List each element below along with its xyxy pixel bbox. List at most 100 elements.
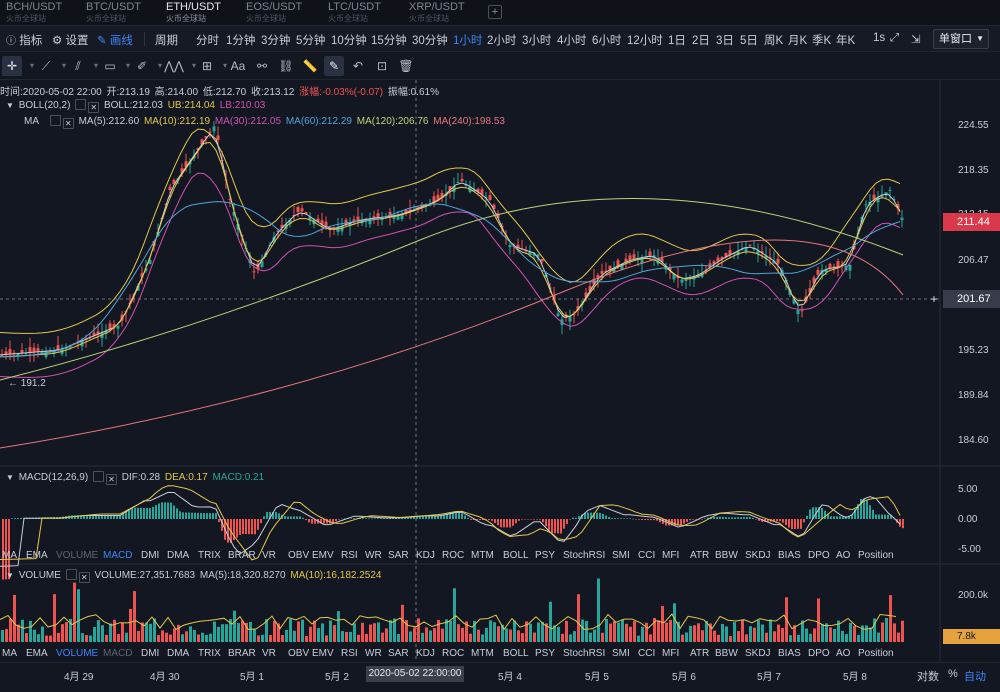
indicator-tab-skdj[interactable]: SKDJ: [745, 550, 771, 561]
indicator-tab-vr[interactable]: VR: [262, 550, 276, 561]
period-20[interactable]: 年K: [836, 32, 855, 48]
indicator-tab-stochrsi[interactable]: StochRSI: [563, 550, 605, 561]
settings-button[interactable]: ⚙ 设置: [52, 32, 89, 48]
undo-icon[interactable]: ↶: [348, 56, 368, 76]
indicator-tab-dmi[interactable]: DMI: [141, 550, 159, 561]
indicator-tab-sar[interactable]: SAR: [388, 550, 409, 561]
indicator-tab-mtm[interactable]: MTM: [471, 648, 494, 659]
lock-icon[interactable]: ⊡: [372, 56, 392, 76]
period-13[interactable]: 1日: [668, 32, 686, 48]
volume-settings-icon[interactable]: [65, 569, 77, 580]
expand-icon[interactable]: ⇲: [911, 32, 921, 46]
boll-settings-icon[interactable]: [75, 99, 87, 110]
macd-settings-icon[interactable]: [92, 471, 104, 482]
indicator-tab-emv[interactable]: EMV: [312, 648, 334, 659]
macd-close-icon[interactable]: ✕: [105, 474, 117, 485]
period-8[interactable]: 2小时: [487, 32, 516, 48]
indicator-tab-rsi[interactable]: RSI: [341, 648, 358, 659]
indicator-tab-dma[interactable]: DMA: [167, 648, 189, 659]
indicator-tab-bias[interactable]: BIAS: [778, 550, 801, 561]
link-icon[interactable]: ⛓: [276, 56, 296, 76]
tab-btc[interactable]: BTC/USDT 火币全球站: [80, 1, 141, 25]
indicator-tab-obv[interactable]: OBV: [288, 550, 309, 561]
draw-button[interactable]: ✎ 画线: [97, 32, 133, 48]
indicator-tab-atr[interactable]: ATR: [690, 648, 709, 659]
indicator-tab-wr[interactable]: WR: [365, 648, 382, 659]
period-18[interactable]: 月K: [788, 32, 807, 48]
indicator-tab-dpo[interactable]: DPO: [808, 550, 830, 561]
indicator-tab-ema[interactable]: EMA: [26, 648, 48, 659]
indicator-tab-bbw[interactable]: BBW: [715, 648, 738, 659]
draw-mode-icon[interactable]: ✎: [324, 56, 344, 76]
indicator-tab-mtm[interactable]: MTM: [471, 550, 494, 561]
indicator-tab-ao[interactable]: AO: [836, 550, 850, 561]
period-11[interactable]: 6小时: [592, 32, 621, 48]
period-10[interactable]: 4小时: [557, 32, 586, 48]
indicator-tab-dpo[interactable]: DPO: [808, 648, 830, 659]
indicator-tab-atr[interactable]: ATR: [690, 550, 709, 561]
volume-close-icon[interactable]: ✕: [78, 572, 90, 583]
ruler-icon[interactable]: 📏: [300, 56, 320, 76]
indicator-tab-ao[interactable]: AO: [836, 648, 850, 659]
measure-icon[interactable]: ⊞: [197, 56, 217, 76]
indicator-tab-boll[interactable]: BOLL: [503, 550, 529, 561]
indicator-tab-ema[interactable]: EMA: [26, 550, 48, 561]
percent-scale-toggle[interactable]: %: [948, 668, 958, 680]
period-0[interactable]: 分时: [196, 32, 219, 48]
indicator-tab-smi[interactable]: SMI: [612, 648, 630, 659]
indicator-tab-position[interactable]: Position: [858, 550, 894, 561]
period-4[interactable]: 10分钟: [331, 32, 367, 48]
indicator-tab-obv[interactable]: OBV: [288, 648, 309, 659]
period-6[interactable]: 30分钟: [412, 32, 448, 48]
indicator-tab-macd[interactable]: MACD: [103, 648, 132, 659]
tab-eos[interactable]: EOS/USDT 火币全球站: [240, 1, 302, 25]
period-15[interactable]: 3日: [716, 32, 734, 48]
indicator-tab-wr[interactable]: WR: [365, 550, 382, 561]
brush-icon[interactable]: ✐: [132, 56, 152, 76]
indicator-tab-vr[interactable]: VR: [262, 648, 276, 659]
trash-icon[interactable]: 🗑: [396, 56, 416, 76]
collapse-icon[interactable]: ▼: [6, 101, 14, 110]
indicator-tab-stochrsi[interactable]: StochRSI: [563, 648, 605, 659]
indicator-tab-brar[interactable]: BRAR: [228, 550, 256, 561]
indicator-tab-kdj[interactable]: KDJ: [416, 648, 435, 659]
interval-button[interactable]: 1s: [873, 32, 885, 44]
tab-bch[interactable]: BCH/USDT 火币全球站: [0, 1, 62, 25]
ma-settings-icon[interactable]: [49, 115, 61, 126]
period-9[interactable]: 3小时: [522, 32, 551, 48]
add-tab-button[interactable]: +: [488, 5, 502, 19]
indicator-tab-mfi[interactable]: MFI: [662, 648, 679, 659]
indicator-tab-bias[interactable]: BIAS: [778, 648, 801, 659]
indicator-tab-sar[interactable]: SAR: [388, 648, 409, 659]
period-3[interactable]: 5分钟: [296, 32, 325, 48]
indicator-tab-emv[interactable]: EMV: [312, 550, 334, 561]
indicator-tab-brar[interactable]: BRAR: [228, 648, 256, 659]
indicator-tab-trix[interactable]: TRIX: [198, 550, 221, 561]
period-14[interactable]: 2日: [692, 32, 710, 48]
indicator-tab-dma[interactable]: DMA: [167, 550, 189, 561]
indicator-tab-kdj[interactable]: KDJ: [416, 550, 435, 561]
period-16[interactable]: 5日: [740, 32, 758, 48]
indicator-tab-macd[interactable]: MACD: [103, 550, 132, 561]
indicator-tab-dmi[interactable]: DMI: [141, 648, 159, 659]
period-17[interactable]: 周K: [764, 32, 783, 48]
rectangle-icon[interactable]: ▭: [100, 56, 120, 76]
trend-line-icon[interactable]: ⟋: [36, 56, 56, 76]
period-12[interactable]: 12小时: [627, 32, 663, 48]
indicator-tab-boll[interactable]: BOLL: [503, 648, 529, 659]
indicator-tab-smi[interactable]: SMI: [612, 550, 630, 561]
magnet-icon[interactable]: ⚯: [252, 56, 272, 76]
indicator-tab-volume[interactable]: VOLUME: [56, 648, 98, 659]
pattern-icon[interactable]: ⋀⋀: [164, 56, 184, 76]
auto-scale-toggle[interactable]: 自动: [964, 668, 986, 684]
log-scale-toggle[interactable]: 对数: [917, 668, 939, 684]
period-2[interactable]: 3分钟: [261, 32, 290, 48]
tab-ltc[interactable]: LTC/USDT 火币全球站: [322, 1, 381, 25]
period-5[interactable]: 15分钟: [371, 32, 407, 48]
indicator-tab-skdj[interactable]: SKDJ: [745, 648, 771, 659]
indicator-tab-roc[interactable]: ROC: [442, 550, 464, 561]
indicator-tab-volume[interactable]: VOLUME: [56, 550, 98, 561]
period-7[interactable]: 1小时: [453, 32, 482, 48]
indicator-tab-psy[interactable]: PSY: [535, 648, 555, 659]
indicator-tab-psy[interactable]: PSY: [535, 550, 555, 561]
